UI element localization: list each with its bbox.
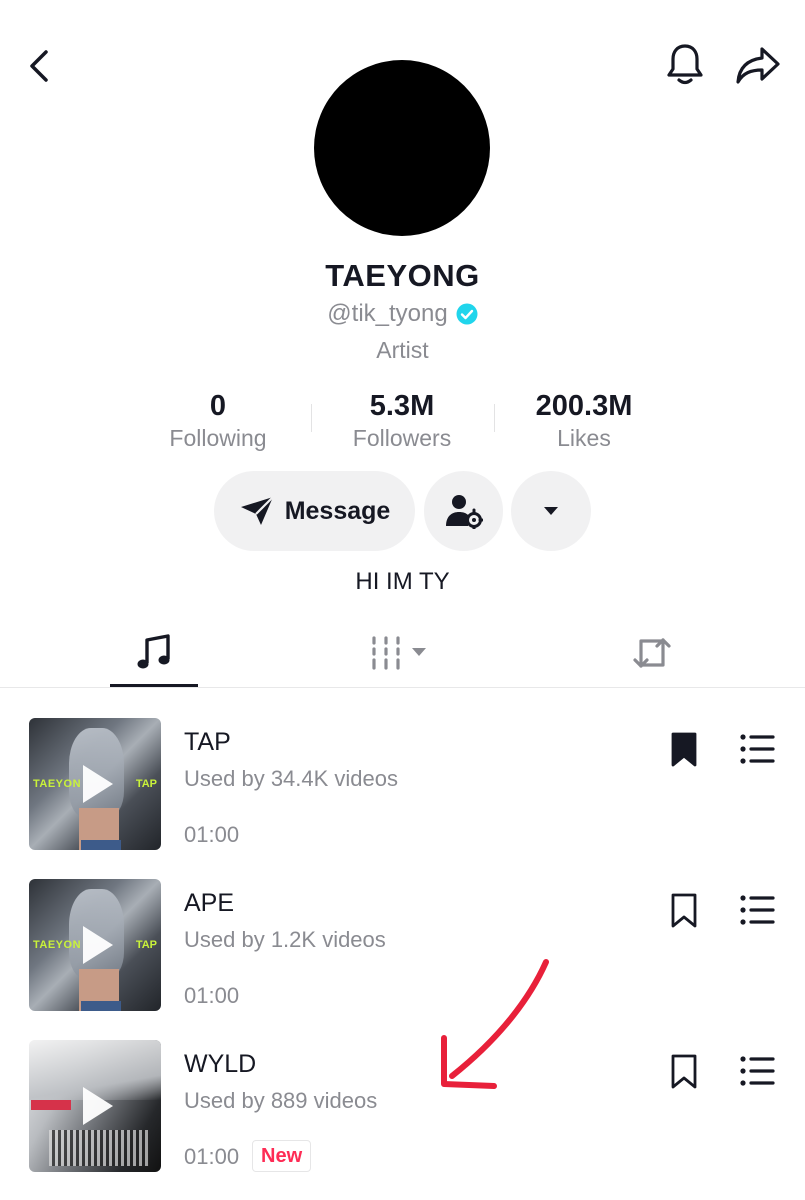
tab-reposts[interactable] — [610, 620, 694, 686]
list-item[interactable]: TAEYON TAP APE Used by 1.2K videos 01:00 — [0, 879, 805, 1029]
list-item[interactable]: TAEYON TAP TAP Used by 34.4K videos 01:0… — [0, 718, 805, 868]
playlist-icon[interactable] — [740, 732, 776, 766]
playlist-icon[interactable] — [740, 893, 776, 927]
stat-following[interactable]: 0 Following — [128, 390, 308, 452]
song-cover[interactable]: TAEYON TAP — [29, 718, 161, 850]
play-icon[interactable] — [83, 1087, 113, 1125]
annotation-arrow — [441, 959, 549, 1089]
handle-row: @tik_tyong — [0, 300, 805, 328]
song-duration: 01:00 — [184, 822, 240, 847]
verified-badge-icon — [456, 303, 478, 325]
song-usage: Used by 34.4K videos — [184, 766, 399, 791]
stat-label: Following — [169, 425, 267, 451]
tab-divider — [0, 687, 805, 688]
song-cover[interactable]: TAEYON TAP — [29, 879, 161, 1011]
stat-likes[interactable]: 200.3M Likes — [494, 390, 674, 452]
song-duration: 01:00 — [184, 983, 240, 1008]
chevron-left-icon — [30, 50, 48, 82]
repost-icon — [633, 638, 671, 668]
avatar[interactable] — [314, 60, 490, 236]
stat-value: 200.3M — [535, 390, 633, 422]
song-usage: Used by 1.2K videos — [184, 927, 386, 952]
message-label: Message — [284, 496, 391, 525]
song-title: WYLD — [184, 1050, 257, 1078]
message-button[interactable]: Message — [214, 471, 415, 551]
play-icon[interactable] — [83, 765, 113, 803]
cover-text: TAEYON — [33, 778, 82, 790]
stat-value: 5.3M — [369, 390, 435, 422]
cover-text: TAP — [135, 939, 157, 951]
tab-music[interactable] — [110, 620, 198, 686]
play-icon[interactable] — [83, 926, 113, 964]
caret-down-icon — [544, 507, 558, 515]
music-note-icon — [137, 634, 170, 669]
song-usage: Used by 889 videos — [184, 1088, 378, 1113]
stat-label: Likes — [557, 425, 611, 451]
person-gear-icon — [445, 495, 483, 529]
song-duration: 01:00 — [184, 1144, 240, 1169]
share-button[interactable] — [730, 40, 786, 90]
profile-category: Artist — [376, 337, 429, 363]
bookmark-icon[interactable] — [668, 732, 700, 768]
stat-value: 0 — [209, 390, 227, 422]
follow-settings-button[interactable] — [424, 471, 503, 551]
list-item[interactable]: WYLD Used by 889 videos 01:00 New — [0, 1040, 805, 1190]
bookmark-icon[interactable] — [668, 1054, 700, 1090]
bookmark-icon[interactable] — [668, 893, 700, 929]
send-icon — [240, 496, 274, 525]
profile-name: TAEYONG — [325, 258, 480, 293]
tab-videos-grid[interactable] — [340, 620, 460, 686]
more-options-button[interactable] — [511, 471, 591, 551]
profile-handle: @tik_tyong — [327, 300, 448, 327]
notification-bell-button[interactable] — [660, 40, 710, 90]
share-arrow-icon — [736, 47, 780, 84]
cover-text: TAP — [135, 778, 157, 790]
song-title: APE — [184, 889, 235, 917]
new-badge: New — [252, 1140, 312, 1172]
back-button[interactable] — [14, 42, 62, 90]
song-cover[interactable] — [29, 1040, 161, 1172]
playlist-icon[interactable] — [740, 1054, 776, 1088]
song-title: TAP — [184, 728, 231, 756]
stat-label: Followers — [352, 425, 452, 451]
cover-text: TAEYON — [33, 939, 82, 951]
stat-followers[interactable]: 5.3M Followers — [312, 390, 492, 452]
bell-icon — [667, 44, 703, 85]
grid-filter-icon — [372, 636, 426, 670]
profile-bio: HI IM TY — [355, 568, 450, 595]
